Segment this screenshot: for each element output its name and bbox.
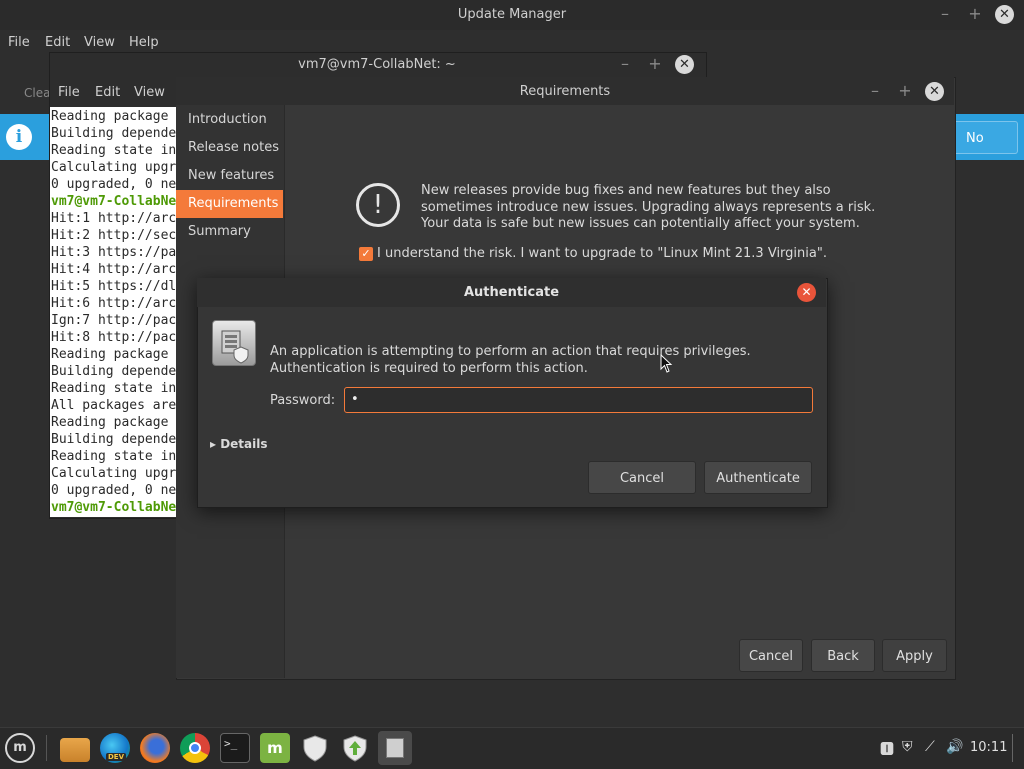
risk-checkbox[interactable]: ✓ xyxy=(359,247,373,261)
password-label: Password: xyxy=(270,393,336,408)
terminal-line: Reading package xyxy=(51,415,169,430)
terminal-title: vm7@vm7-CollabNet: ~ xyxy=(298,57,456,72)
req-back-button[interactable]: Back xyxy=(811,639,875,672)
keyboard-icon[interactable]: 🅸 xyxy=(880,739,894,759)
clear-button[interactable]: Clea xyxy=(24,86,50,100)
taskbar-separator xyxy=(46,735,47,761)
requirements-title: Requirements xyxy=(519,84,611,99)
terminal-line: Hit:8 http://pac xyxy=(51,330,176,345)
req-apply-button[interactable]: Apply xyxy=(882,639,947,672)
warning-icon: ! xyxy=(356,183,400,227)
req-cancel-button[interactable]: Cancel xyxy=(739,639,803,672)
terminal-line: Reading package xyxy=(51,347,169,362)
sidebar-item-new-features[interactable]: New features xyxy=(176,162,283,190)
chevron-right-icon: ▸ xyxy=(210,437,221,451)
mint-menu-icon[interactable]: m xyxy=(5,733,35,763)
chrome-icon[interactable] xyxy=(180,733,210,763)
terminal-line: Hit:3 https://pa xyxy=(51,245,176,260)
term-menu-edit[interactable]: Edit xyxy=(95,85,120,100)
terminal-line: Hit:6 http://arc xyxy=(51,296,176,311)
update-manager-title: Update Manager xyxy=(457,7,567,22)
um-menu-edit[interactable]: Edit xyxy=(45,35,70,50)
mouse-cursor-icon xyxy=(660,354,673,373)
terminal-line: Calculating upgr xyxy=(51,466,176,481)
volume-icon[interactable]: 🔊 xyxy=(946,739,963,755)
req-minimize-button[interactable]: – xyxy=(865,81,885,101)
sidebar-item-requirements[interactable]: Requirements xyxy=(176,190,283,218)
auth-window-icon[interactable] xyxy=(378,731,412,765)
info-icon: i xyxy=(6,124,32,150)
terminal-line: Reading state in xyxy=(51,143,176,158)
terminal-line: Building depende xyxy=(51,126,176,141)
auth-message: An application is attempting to perform … xyxy=(270,344,751,376)
terminal-line: Reading state in xyxy=(51,449,176,464)
firefox-icon[interactable] xyxy=(140,733,170,763)
term-menu-view[interactable]: View xyxy=(134,85,165,100)
auth-lock-icon xyxy=(212,320,256,366)
um-close-button[interactable]: ✕ xyxy=(995,5,1014,24)
clock[interactable]: 10:11 xyxy=(970,740,1007,755)
auth-close-button[interactable]: ✕ xyxy=(797,283,816,302)
um-maximize-button[interactable]: + xyxy=(965,4,985,24)
terminal-output[interactable]: Reading package Building depende Reading s… xyxy=(50,107,176,517)
tray-shield-icon[interactable]: ⛨ xyxy=(902,739,913,755)
edge-browser-icon[interactable]: DEV xyxy=(100,733,130,763)
sidebar-item-introduction[interactable]: Introduction xyxy=(176,106,283,134)
authenticate-button[interactable]: Authenticate xyxy=(704,461,812,494)
terminal-line: Calculating upgr xyxy=(51,160,176,175)
term-close-button[interactable]: ✕ xyxy=(675,55,694,74)
password-field[interactable]: • xyxy=(344,387,813,413)
terminal-line: Reading state in xyxy=(51,381,176,396)
show-desktop-button[interactable] xyxy=(1012,734,1013,762)
terminal-line: 0 upgraded, 0 ne xyxy=(51,177,176,192)
terminal-line: All packages are xyxy=(51,398,176,413)
network-icon[interactable]: ⟋ xyxy=(925,739,935,755)
req-close-button[interactable]: ✕ xyxy=(925,82,944,101)
terminal-line: Building depende xyxy=(51,364,176,379)
term-maximize-button[interactable]: + xyxy=(645,54,665,74)
terminal-line: Building depende xyxy=(51,432,176,447)
terminal-line: Hit:2 http://sec xyxy=(51,228,176,243)
term-minimize-button[interactable]: – xyxy=(615,54,635,74)
sidebar-item-release-notes[interactable]: Release notes xyxy=(176,134,283,162)
auth-cancel-button[interactable]: Cancel xyxy=(588,461,696,494)
terminal-line: Ign:7 http://pac xyxy=(51,313,176,328)
terminal-line: Hit:4 http://arc xyxy=(51,262,176,277)
terminal-line: vm7@vm7-CollabNe xyxy=(51,500,176,515)
um-minimize-button[interactable]: – xyxy=(935,4,955,24)
authenticate-title: Authenticate xyxy=(463,285,560,300)
terminal-line: vm7@vm7-CollabNe xyxy=(51,194,176,209)
sidebar-item-summary[interactable]: Summary xyxy=(176,218,283,246)
warning-text: New releases provide bug fixes and new f… xyxy=(421,183,876,231)
dev-badge: DEV xyxy=(106,753,127,761)
terminal-line: Hit:1 http://arc xyxy=(51,211,176,226)
um-menu-help[interactable]: Help xyxy=(129,35,159,50)
mintinstall-icon[interactable]: m xyxy=(260,733,290,763)
req-maximize-button[interactable]: + xyxy=(895,81,915,101)
update-manager-icon[interactable] xyxy=(340,733,370,763)
shield-icon[interactable] xyxy=(300,733,330,763)
details-expander[interactable]: ▸ Details xyxy=(210,437,268,451)
infobar-no-button[interactable]: No xyxy=(953,121,1018,154)
um-menu-view[interactable]: View xyxy=(84,35,115,50)
terminal-icon[interactable]: >_ xyxy=(220,733,250,763)
files-icon[interactable] xyxy=(60,738,90,762)
terminal-line: Reading package xyxy=(51,109,169,124)
risk-checkbox-label[interactable]: I understand the risk. I want to upgrade… xyxy=(377,246,827,261)
term-menu-file[interactable]: File xyxy=(58,85,80,100)
terminal-line: Hit:5 https://dl xyxy=(51,279,176,294)
details-label: Details xyxy=(220,437,268,451)
um-menu-file[interactable]: File xyxy=(8,35,30,50)
terminal-line: 0 upgraded, 0 ne xyxy=(51,483,176,498)
